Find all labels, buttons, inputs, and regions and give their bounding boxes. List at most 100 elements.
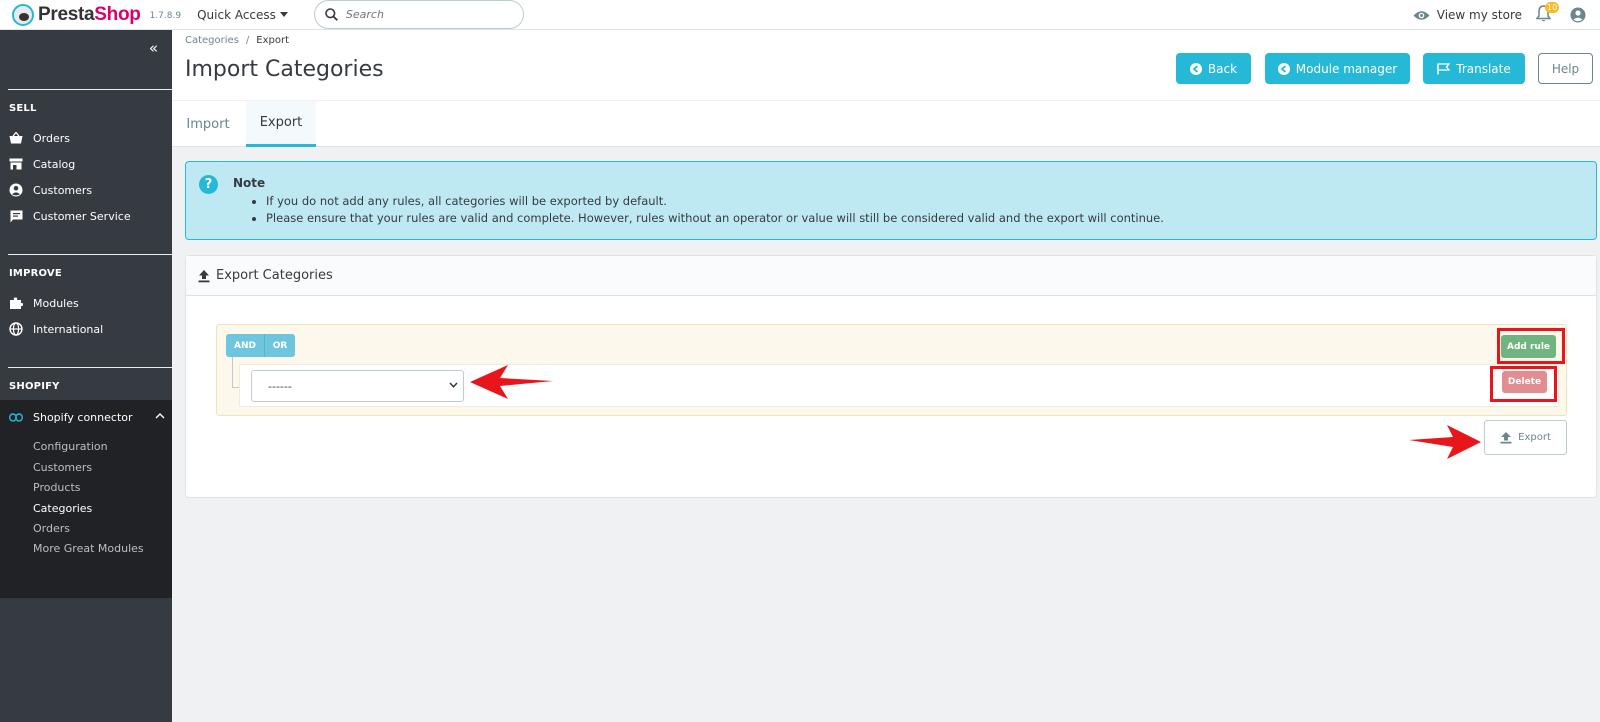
arrow-left-circle-icon (1277, 62, 1290, 75)
module-manager-button-label: Module manager (1295, 61, 1398, 76)
sidebar-item-label: Shopify connector (33, 411, 133, 424)
submenu-item-customers[interactable]: Customers (33, 461, 92, 474)
card-title: Export Categories (216, 268, 333, 283)
note-title: Note (233, 176, 266, 190)
search-input[interactable] (345, 8, 506, 21)
upload-icon (198, 269, 210, 282)
sidebar-item-modules[interactable]: Modules (9, 296, 79, 310)
chevron-down-icon (449, 382, 458, 388)
add-rule-button[interactable]: Add rule (1501, 335, 1556, 358)
delete-rule-button[interactable]: Delete (1502, 371, 1547, 393)
rule-tree-connector (232, 357, 239, 388)
tab-import[interactable]: Import (172, 101, 244, 147)
version-label: 1.7.8.9 (149, 11, 182, 21)
note-list: If you do not add any rules, all categor… (252, 193, 1164, 227)
rule-row: ------ Delete (239, 364, 1559, 407)
sidebar-item-label: Modules (33, 296, 79, 310)
red-arrow-right-icon (1409, 425, 1481, 459)
arrow-left-circle-icon (1189, 62, 1202, 75)
breadcrumb-separator: / (245, 35, 250, 46)
rule-group: AND OR Add rule ------ Delete (216, 324, 1567, 416)
back-button-label: Back (1207, 61, 1238, 76)
sidebar: « SELL Orders Catalog Customers Customer… (0, 30, 172, 722)
export-categories-card: Export Categories AND OR Add rule ------… (185, 255, 1597, 498)
caret-down-icon (279, 12, 288, 17)
rule-field-select-value: ------ (268, 379, 292, 393)
section-title-improve: IMPROVE (9, 268, 62, 279)
puffin-logo-icon (12, 3, 34, 26)
section-title-shopify: SHOPIFY (9, 381, 60, 392)
view-store-label: View my store (1436, 8, 1522, 22)
sidebar-item-shopify-connector[interactable]: Shopify connector (9, 411, 165, 424)
tabs-bar: Import Export (172, 101, 1600, 147)
note-alert: ? Note If you do not add any rules, all … (185, 161, 1597, 240)
rule-field-select[interactable]: ------ (251, 370, 464, 402)
upload-icon (1500, 432, 1512, 444)
card-header: Export Categories (186, 256, 1596, 296)
sidebar-item-label: Catalog (33, 157, 76, 171)
submenu-item-more-great-modules[interactable]: More Great Modules (33, 542, 144, 555)
sidebar-item-customers[interactable]: Customers (9, 183, 92, 197)
section-divider (8, 367, 172, 368)
help-button-label: Help (1551, 61, 1580, 76)
breadcrumb-item-export: Export (256, 35, 290, 46)
section-divider (8, 254, 172, 255)
and-button[interactable]: AND (226, 334, 264, 357)
quick-access-dropdown[interactable]: Quick Access (197, 8, 288, 22)
sidebar-item-catalog[interactable]: Catalog (9, 157, 75, 171)
sidebar-item-customer-service[interactable]: Customer Service (9, 209, 131, 223)
link-icon (9, 413, 23, 422)
breadcrumb: Categories / Export (185, 35, 289, 46)
user-circle-icon (9, 183, 23, 197)
store-icon (9, 158, 23, 170)
page-header: Categories / Export Import Categories Ba… (172, 30, 1600, 100)
prestashop-logo[interactable]: PrestaShop 1.7.8.9 (12, 3, 182, 26)
eye-icon (1413, 10, 1430, 20)
sidebar-item-international[interactable]: International (9, 322, 103, 336)
submenu-item-categories[interactable]: Categories (33, 502, 92, 515)
section-title-sell: SELL (9, 103, 37, 114)
view-store-link[interactable]: View my store (1413, 8, 1522, 22)
shopify-connector-menu: Shopify connector Configuration Customer… (0, 400, 172, 598)
help-button[interactable]: Help (1538, 53, 1593, 84)
back-button[interactable]: Back (1176, 53, 1251, 84)
submenu-item-orders[interactable]: Orders (33, 522, 70, 535)
red-arrow-left-icon (470, 365, 553, 399)
translate-button-label: Translate (1456, 61, 1511, 76)
notifications-count: 10 (1545, 2, 1560, 13)
profile-icon[interactable] (1570, 7, 1586, 23)
question-circle-icon: ? (199, 175, 218, 194)
basket-icon (9, 132, 23, 144)
export-button-label: Export (1518, 432, 1551, 443)
sidebar-item-label: Customer Service (33, 209, 131, 223)
search-box[interactable] (313, 0, 524, 29)
note-item: Please ensure that your rules are valid … (266, 210, 1164, 227)
export-button[interactable]: Export (1484, 420, 1567, 455)
notifications-button[interactable]: 10 (1535, 2, 1560, 25)
translate-button[interactable]: Translate (1423, 53, 1525, 84)
tab-export[interactable]: Export (246, 101, 316, 147)
globe-icon (9, 322, 23, 336)
chevron-up-icon (155, 413, 165, 419)
brand-name: PrestaShop (38, 3, 141, 25)
chat-icon (10, 210, 22, 222)
quick-access-label: Quick Access (197, 7, 276, 22)
submenu-item-configuration[interactable]: Configuration (33, 440, 108, 453)
search-icon (325, 8, 338, 21)
top-header: PrestaShop 1.7.8.9 Quick Access View my … (0, 0, 1600, 30)
submenu-item-products[interactable]: Products (33, 481, 81, 494)
module-manager-button[interactable]: Module manager (1265, 53, 1410, 84)
sidebar-item-orders[interactable]: Orders (9, 131, 70, 145)
page-title: Import Categories (185, 57, 384, 82)
puzzle-icon (10, 297, 23, 309)
flag-icon (1437, 62, 1451, 74)
sidebar-item-label: Customers (33, 183, 93, 197)
collapse-sidebar-icon[interactable]: « (149, 39, 158, 57)
section-divider (8, 89, 172, 90)
breadcrumb-item-categories[interactable]: Categories (185, 35, 239, 46)
sidebar-item-label: Orders (33, 131, 70, 145)
sidebar-item-label: International (33, 322, 104, 336)
condition-toggle: AND OR (226, 334, 295, 357)
note-item: If you do not add any rules, all categor… (266, 193, 1164, 210)
or-button[interactable]: OR (264, 334, 295, 357)
